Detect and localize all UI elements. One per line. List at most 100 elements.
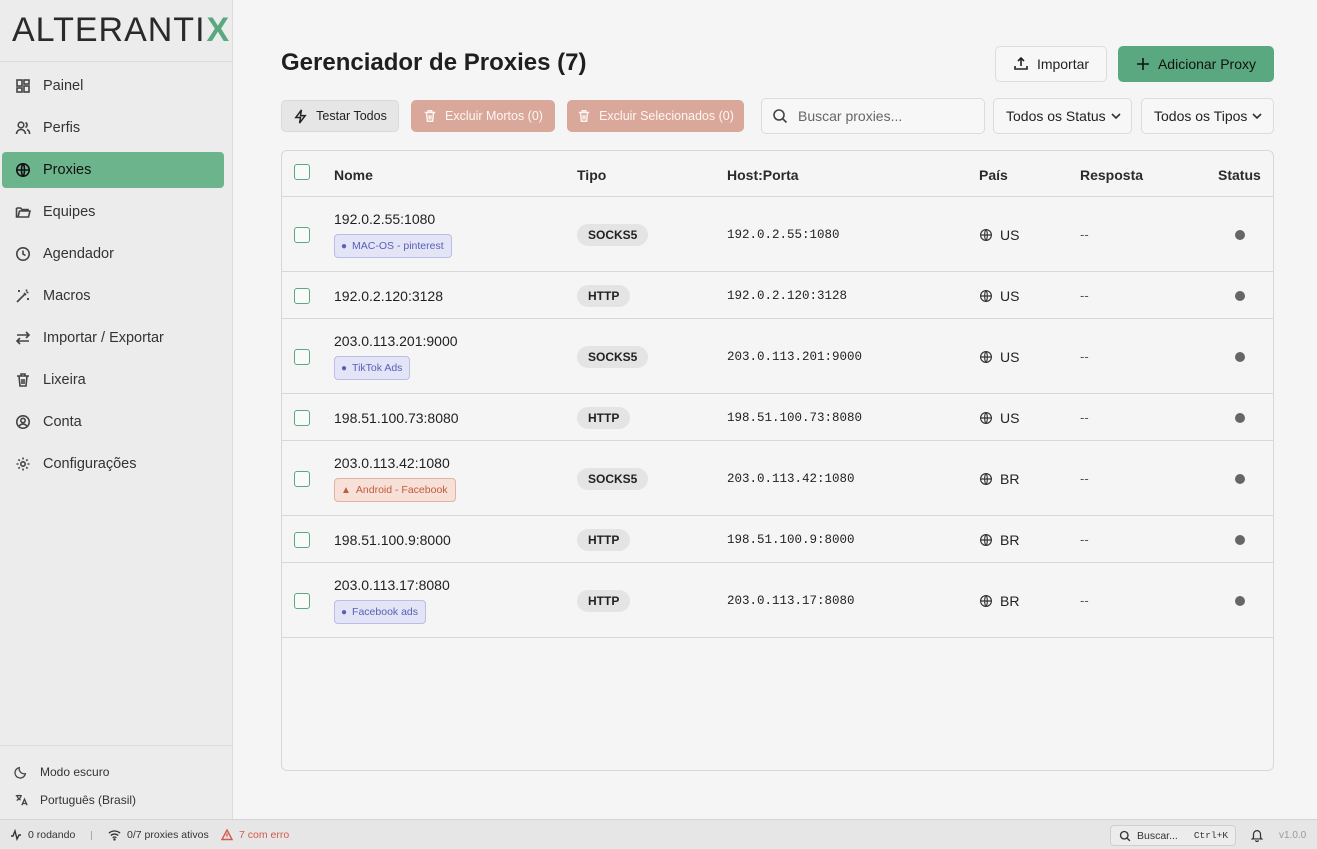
- logo-text: ALTERANTI: [12, 11, 206, 49]
- proxy-country: BR: [979, 593, 1019, 609]
- search-icon: [1119, 830, 1131, 841]
- status-dot: [1235, 412, 1245, 423]
- proxy-tag[interactable]: ▲ Android - Facebook: [334, 478, 456, 502]
- sidebar: ALTERANTI X Painel Perfis Proxies Equipes Age…: [0, 0, 233, 819]
- globe-icon: [15, 162, 31, 178]
- proxy-type-badge: HTTP: [577, 406, 631, 429]
- notifications-button[interactable]: [1250, 820, 1270, 849]
- globe-icon: [980, 411, 992, 424]
- running-text: 0 rodando: [28, 829, 76, 841]
- proxy-country: BR: [979, 471, 1019, 487]
- table-body: 192.0.2.55:1080 ● MAC-OS - pinterest SOCKS5…: [282, 197, 1273, 638]
- proxy-host-port: 192.0.2.55:1080: [727, 227, 840, 242]
- add-proxy-button[interactable]: Adicionar Proxy: [1118, 46, 1274, 82]
- proxy-tag[interactable]: ● TikTok Ads: [334, 356, 411, 380]
- column-header-resposta[interactable]: Resposta: [1080, 167, 1143, 183]
- status-separator: [91, 831, 92, 840]
- plus-icon: [1136, 58, 1149, 70]
- proxy-name: 192.0.2.55:1080: [334, 211, 436, 227]
- status-filter-value: Todos os Status: [1006, 108, 1106, 124]
- status-dot: [1235, 229, 1245, 240]
- sidebar-item-painel[interactable]: Painel: [2, 68, 224, 104]
- sidebar-item-label: Perfis: [43, 120, 81, 136]
- main-content: Gerenciador de Proxies (7) Importar Adic…: [234, 0, 1317, 819]
- dark-mode-toggle[interactable]: Modo escuro: [14, 758, 232, 786]
- app-logo: ALTERANTI X: [0, 0, 232, 62]
- sidebar-item-conta[interactable]: Conta: [2, 404, 224, 440]
- sidebar-item-label: Lixeira: [43, 372, 86, 388]
- status-dot: [1235, 351, 1245, 362]
- sidebar-item-macros[interactable]: Macros: [2, 278, 224, 314]
- column-header-tipo[interactable]: Tipo: [577, 167, 606, 183]
- column-header-host[interactable]: Host:Porta: [727, 167, 799, 183]
- language-selector[interactable]: Português (Brasil): [14, 786, 232, 814]
- sidebar-item-agendador[interactable]: Agendador: [2, 236, 224, 272]
- status-dot: [1235, 290, 1245, 301]
- proxy-tag[interactable]: ● Facebook ads: [334, 600, 427, 624]
- row-checkbox[interactable]: [294, 409, 310, 426]
- status-dot: [1235, 473, 1245, 484]
- keyboard-shortcut: Ctrl+K: [1193, 830, 1229, 841]
- status-filter-select[interactable]: Todos os Status: [993, 98, 1132, 134]
- proxy-tag-label: Facebook ads: [352, 606, 419, 618]
- import-button[interactable]: Importar: [995, 46, 1107, 82]
- table-row[interactable]: 203.0.113.42:1080 ▲ Android - Facebook SOCK…: [282, 441, 1273, 516]
- search-input[interactable]: [798, 108, 968, 124]
- activity-icon: [11, 829, 21, 841]
- version-label: v1.0.0: [1279, 829, 1307, 841]
- column-header-nome[interactable]: Nome: [334, 167, 373, 183]
- error-status[interactable]: 7 com erro: [221, 820, 289, 849]
- sidebar-item-proxies[interactable]: Proxies: [2, 152, 224, 188]
- proxy-type-badge: HTTP: [577, 528, 631, 551]
- status-bar: 0 rodando 0/7 proxies ativos 7 com erro …: [0, 819, 1317, 849]
- apple-icon: ●: [341, 362, 348, 374]
- sidebar-item-lixeira[interactable]: Lixeira: [2, 362, 224, 398]
- proxy-type-badge: SOCKS5: [577, 223, 649, 246]
- type-filter-select[interactable]: Todos os Tipos: [1141, 98, 1274, 134]
- country-code: US: [1000, 409, 1020, 426]
- folder-icon: [15, 204, 31, 220]
- table-row[interactable]: 198.51.100.73:8080 HTTP 198.51.100.73:8080…: [282, 394, 1273, 441]
- sidebar-footer: Modo escuro Português (Brasil): [0, 745, 232, 819]
- proxy-country: US: [979, 410, 1019, 426]
- proxy-name: 192.0.2.120:3128: [334, 288, 443, 304]
- select-all-checkbox[interactable]: [294, 164, 310, 180]
- table-row[interactable]: 203.0.113.201:9000 ● TikTok Ads SOCKS5 203.0…: [282, 319, 1273, 394]
- sidebar-item-perfis[interactable]: Perfis: [2, 110, 224, 146]
- table-row[interactable]: 203.0.113.17:8080 ● Facebook ads HTTP 203.0.…: [282, 563, 1273, 638]
- proxy-country: US: [979, 227, 1019, 243]
- proxy-type-badge: SOCKS5: [577, 345, 649, 368]
- command-search-button[interactable]: Buscar... Ctrl+K: [1110, 825, 1236, 846]
- proxy-type-badge: HTTP: [577, 589, 631, 612]
- delete-dead-button[interactable]: Excluir Mortos (0): [411, 100, 555, 132]
- proxy-name: 203.0.113.42:1080: [334, 455, 450, 471]
- proxy-tag-label: MAC-OS - pinterest: [352, 240, 444, 252]
- row-checkbox[interactable]: [294, 531, 310, 548]
- gear-icon: [15, 456, 31, 472]
- table-row[interactable]: 198.51.100.9:8000 HTTP 198.51.100.9:8000 BR…: [282, 516, 1273, 563]
- proxy-name: 203.0.113.201:9000: [334, 333, 458, 349]
- dashboard-icon: [15, 78, 31, 94]
- row-checkbox[interactable]: [294, 287, 310, 304]
- row-checkbox[interactable]: [294, 348, 310, 365]
- column-header-status[interactable]: Status: [1218, 167, 1261, 183]
- row-checkbox[interactable]: [294, 592, 310, 609]
- test-all-button[interactable]: Testar Todos: [281, 100, 399, 132]
- import-label: Importar: [1036, 56, 1090, 72]
- sidebar-item-label: Macros: [43, 288, 91, 304]
- table-row[interactable]: 192.0.2.55:1080 ● MAC-OS - pinterest SOCKS5…: [282, 197, 1273, 272]
- row-checkbox[interactable]: [294, 226, 310, 243]
- proxy-country: US: [979, 349, 1019, 365]
- sidebar-item-configuracoes[interactable]: Configurações: [2, 446, 224, 482]
- delete-selected-button[interactable]: Excluir Selecionados (0): [567, 100, 744, 132]
- users-icon: [15, 120, 31, 136]
- moon-icon: [14, 766, 27, 779]
- active-proxies-text: 0/7 proxies ativos: [127, 829, 209, 841]
- sidebar-item-importar-exportar[interactable]: Importar / Exportar: [2, 320, 224, 356]
- status-dot: [1235, 534, 1245, 545]
- column-header-pais[interactable]: País: [979, 167, 1008, 183]
- table-row[interactable]: 192.0.2.120:3128 HTTP 192.0.2.120:3128 US --: [282, 272, 1273, 319]
- proxy-tag[interactable]: ● MAC-OS - pinterest: [334, 234, 452, 258]
- sidebar-item-equipes[interactable]: Equipes: [2, 194, 224, 230]
- row-checkbox[interactable]: [294, 470, 310, 487]
